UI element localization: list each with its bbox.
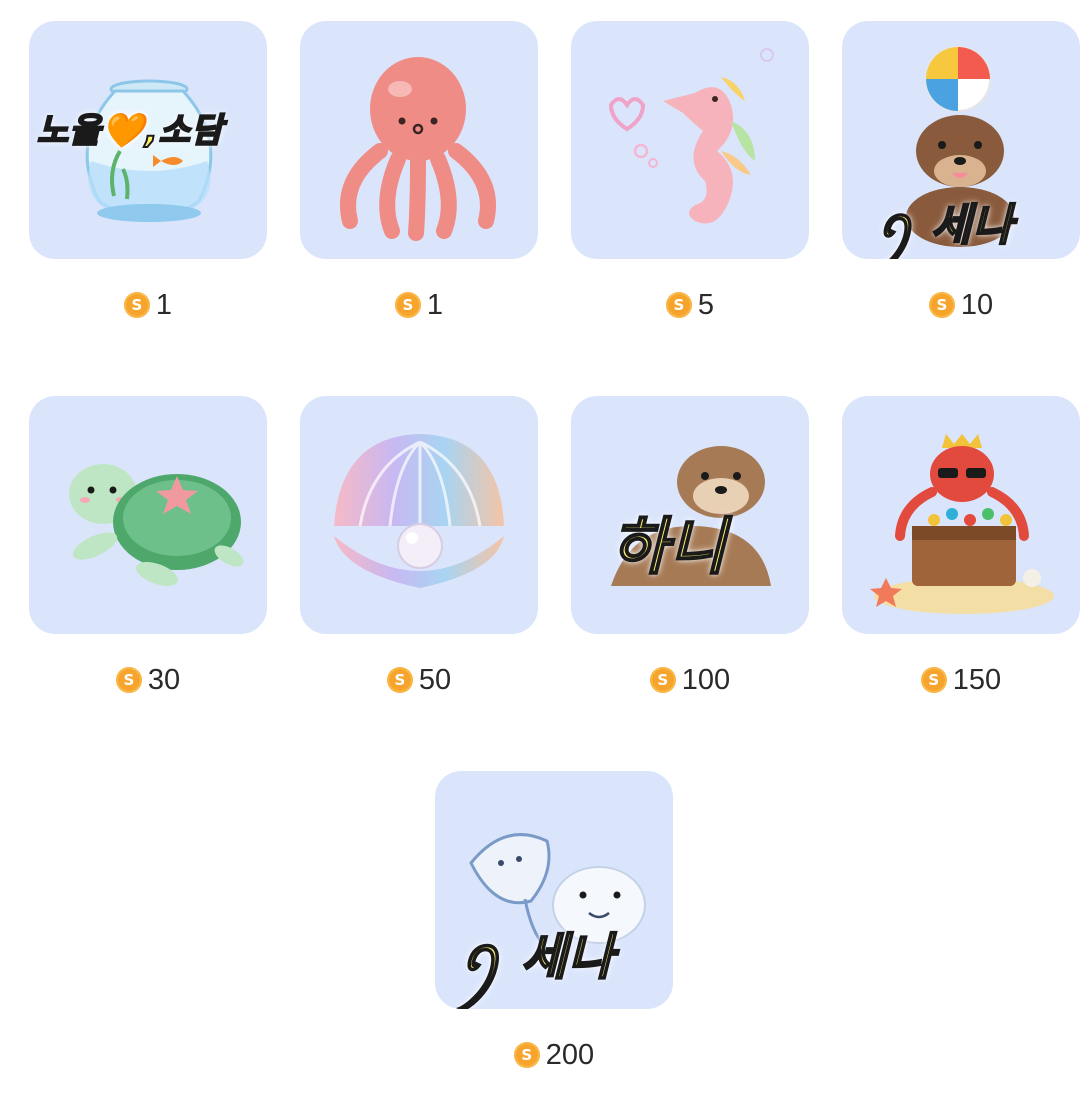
overlay-label: ꪆ 세나: [877, 199, 1014, 252]
coin-s-icon: S: [649, 667, 676, 693]
gift-tile[interactable]: [300, 21, 538, 259]
price-value: 50: [418, 663, 452, 696]
price-label: S 100: [571, 662, 809, 698]
gift-item-seahorse[interactable]: S 5: [571, 21, 811, 351]
gift-item-pearl-shell[interactable]: S 50: [300, 396, 540, 726]
gift-item-octopus[interactable]: S 1: [300, 21, 540, 351]
coin-s-icon: S: [386, 667, 413, 693]
pearl-shell-icon: [334, 434, 504, 588]
coin-s-icon: S: [123, 292, 150, 318]
octopus-treasure-chest-icon: [870, 434, 1054, 614]
price-value: 150: [952, 663, 1002, 696]
gift-tile[interactable]: [842, 396, 1080, 634]
octopus-icon: [340, 57, 496, 241]
gift-item-treasure-octopus[interactable]: S 150: [842, 396, 1080, 726]
gift-tile[interactable]: [29, 396, 267, 634]
gift-grid: 노을🧡,소담 S 1 S 1 S 5 ꪆ 세나 S 10 S 30 S 50 하…: [0, 0, 1080, 1093]
gift-item-stingray-beluga[interactable]: ꪆ 세나 S 200: [435, 771, 675, 1101]
gift-tile[interactable]: [300, 396, 538, 634]
gift-item-sea-turtle[interactable]: S 30: [29, 396, 269, 726]
coin-s-icon: S: [394, 292, 421, 318]
gift-tile[interactable]: [571, 21, 809, 259]
coin-s-icon: S: [115, 667, 142, 693]
coin-s-icon: S: [665, 292, 692, 318]
price-value: 10: [960, 288, 994, 321]
price-value: 5: [697, 288, 715, 321]
price-label: S 5: [571, 287, 809, 323]
gift-tile[interactable]: 노을🧡,소담: [29, 21, 267, 259]
sea-turtle-icon: [69, 464, 244, 587]
coin-s-icon: S: [513, 1042, 540, 1068]
gift-tile[interactable]: 하니: [571, 396, 809, 634]
gift-item-sea-lion[interactable]: ꪆ 세나 S 10: [842, 21, 1080, 351]
price-label: S 1: [300, 287, 538, 323]
overlay-label: ꪆ 세나: [460, 927, 615, 987]
price-value: 100: [681, 663, 731, 696]
coin-s-icon: S: [920, 667, 947, 693]
price-label: S 1: [29, 287, 267, 323]
price-value: 200: [545, 1038, 595, 1071]
price-label: S 150: [842, 662, 1080, 698]
price-label: S 200: [435, 1037, 673, 1073]
coin-s-icon: S: [928, 292, 955, 318]
gift-item-otter[interactable]: 하니 S 100: [571, 396, 811, 726]
price-value: 1: [155, 288, 173, 321]
price-value: 30: [147, 663, 181, 696]
gift-tile[interactable]: ꪆ 세나: [842, 21, 1080, 259]
gift-tile[interactable]: ꪆ 세나: [435, 771, 673, 1009]
overlay-label: 노을🧡,소담: [36, 110, 224, 152]
price-label: S 10: [842, 287, 1080, 323]
overlay-label: 하니: [610, 509, 728, 584]
price-value: 1: [426, 288, 444, 321]
price-label: S 30: [29, 662, 267, 698]
gift-item-fishbowl[interactable]: 노을🧡,소담 S 1: [29, 21, 269, 351]
seahorse-icon: [608, 48, 774, 224]
price-label: S 50: [300, 662, 538, 698]
